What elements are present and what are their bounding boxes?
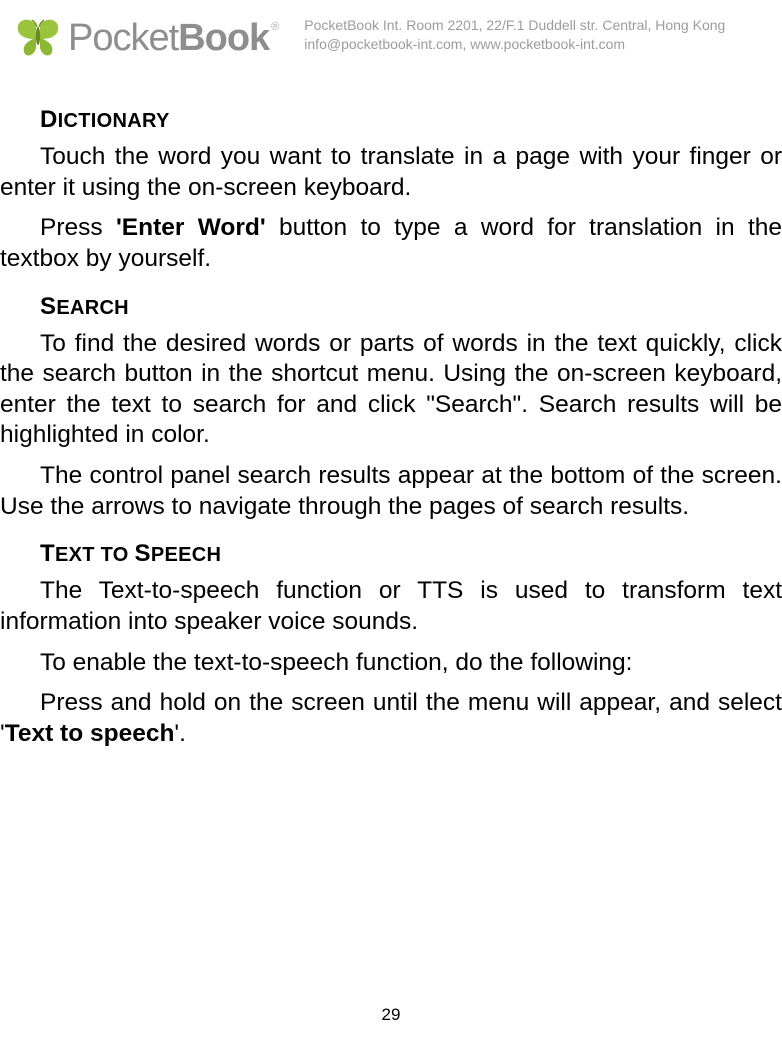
tts-paragraph-3: Press and hold on the screen until the m… xyxy=(0,688,782,749)
page-content: DICTIONARY Touch the word you want to tr… xyxy=(0,62,782,749)
dictionary-paragraph-1: Touch the word you want to translate in … xyxy=(0,142,782,203)
address-line-2: info@pocketbook-int.com, www.pocketbook-… xyxy=(304,35,768,54)
tts-paragraph-2: To enable the text-to-speech function, d… xyxy=(0,648,782,679)
dictionary-paragraph-2: Press 'Enter Word' button to type a word… xyxy=(0,213,782,274)
search-paragraph-2: The control panel search results appear … xyxy=(0,461,782,522)
brand-word-bold: Book xyxy=(178,17,269,59)
heading-search: SEARCH xyxy=(40,293,782,321)
tts-paragraph-1: The Text-to-speech function or TTS is us… xyxy=(0,576,782,637)
brand-logo: PocketBook® xyxy=(14,10,276,62)
registered-mark: ® xyxy=(271,21,278,33)
brand-word-light: Pocket xyxy=(68,17,178,59)
heading-text-to-speech: TEXT TO SPEECH xyxy=(40,540,782,568)
company-address: PocketBook Int. Room 2201, 22/F.1 Duddel… xyxy=(304,10,768,54)
brand-name: PocketBook® xyxy=(68,17,276,60)
page-number: 29 xyxy=(0,1005,782,1025)
search-paragraph-1: To find the desired words or parts of wo… xyxy=(0,329,782,452)
butterfly-icon xyxy=(14,14,62,62)
heading-dictionary: DICTIONARY xyxy=(40,106,782,134)
page-header: PocketBook® PocketBook Int. Room 2201, 2… xyxy=(0,0,782,62)
address-line-1: PocketBook Int. Room 2201, 22/F.1 Duddel… xyxy=(304,16,768,35)
